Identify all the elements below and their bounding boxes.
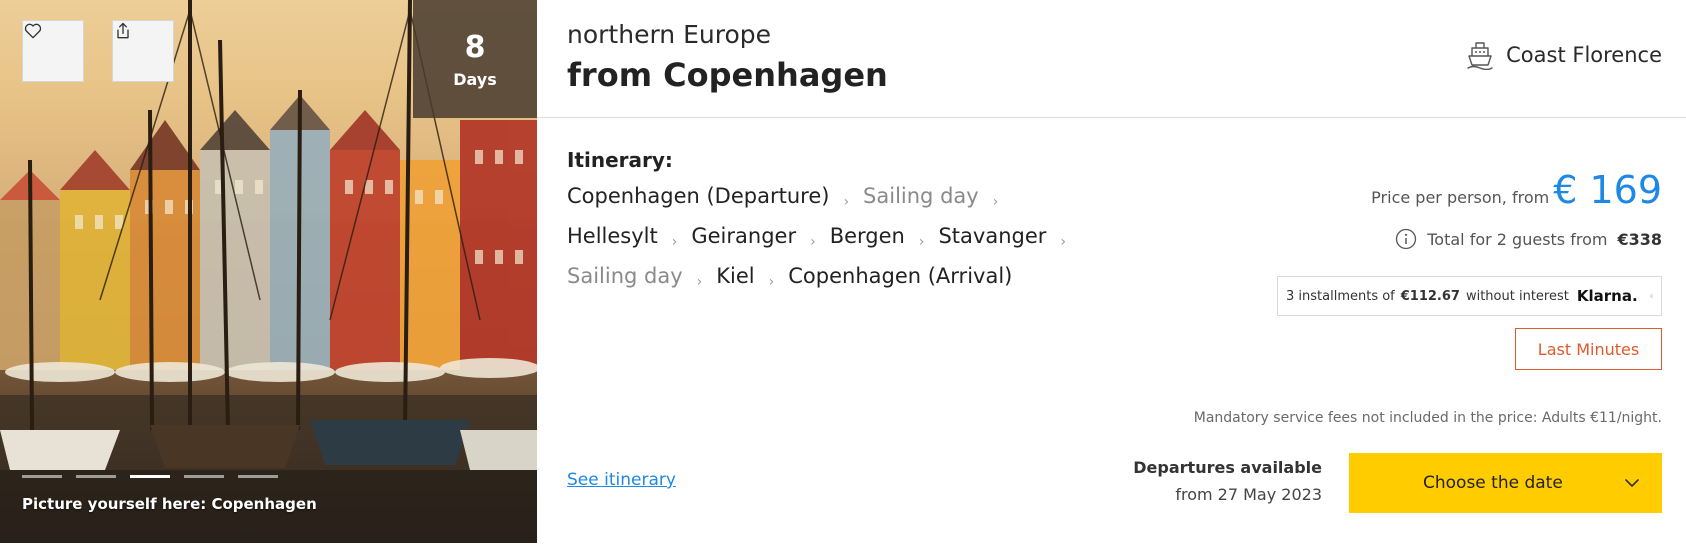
departures-title: Departures available (1133, 458, 1322, 477)
chevron-right-icon: › (768, 274, 775, 290)
image-caption: Picture yourself here: Copenhagen (22, 495, 317, 513)
duration-days-label: Days (453, 69, 497, 89)
choose-date-label: Choose the date (1423, 473, 1563, 493)
heart-icon (24, 23, 42, 39)
chevron-down-icon (1625, 479, 1639, 487)
itinerary-port: Copenhagen (Arrival) (788, 264, 1013, 288)
carousel-dot[interactable] (76, 475, 116, 478)
total-value: €338 (1617, 229, 1662, 249)
cruise-details: Itinerary: Copenhagen (Departure) › Sailin… (537, 118, 1686, 543)
hero-image[interactable]: 8 Days Picture yourself here: Copenhagen (0, 0, 537, 543)
ship-info[interactable]: Coast Florence (1466, 40, 1662, 70)
chevron-right-icon: › (918, 234, 925, 250)
carousel-dot-active[interactable] (130, 475, 170, 478)
carousel-dot[interactable] (238, 475, 278, 478)
info-icon[interactable] (1395, 228, 1417, 250)
favorite-button[interactable] (22, 20, 84, 82)
duration-days-number: 8 (464, 29, 486, 65)
duration-badge: 8 Days (413, 0, 537, 118)
chevron-right-icon: › (843, 194, 850, 210)
departures-info: Departures available from 27 May 2023 (1112, 458, 1322, 504)
itinerary-port: Copenhagen (Departure) (567, 184, 830, 208)
share-icon (117, 22, 129, 39)
last-minutes-badge[interactable]: Last Minutes (1515, 328, 1662, 370)
total-label: Total for 2 guests from (1427, 229, 1608, 249)
chevron-right-icon: › (671, 234, 678, 250)
price-label: Price per person, from (1371, 188, 1550, 207)
itinerary-stop-item: Kiel › (716, 263, 788, 293)
itinerary-port: Bergen (829, 224, 905, 248)
itinerary-stop-item: Copenhagen (Arrival) (788, 263, 1012, 293)
cruise-header: northern Europe from Copenhagen Coast Fl… (537, 0, 1686, 118)
klarna-installments: 3 installments of €112.67 without intere… (1277, 276, 1662, 316)
itinerary-title: Itinerary: (567, 148, 673, 172)
ship-icon (1467, 42, 1493, 70)
itinerary-stop-item: Geiranger › (691, 223, 829, 253)
itinerary-port: Geiranger (691, 224, 797, 248)
price-value: € 169 (1553, 168, 1662, 212)
itinerary-sailing-day: Sailing day (567, 264, 683, 288)
see-itinerary-link[interactable]: See itinerary (567, 470, 676, 490)
itinerary-port: Hellesylt (567, 224, 658, 248)
cruise-title: from Copenhagen (567, 56, 888, 94)
itinerary-stop-item: Stavanger › (938, 223, 1080, 253)
itinerary-stop-item: Copenhagen (Departure) › (567, 183, 863, 213)
klarna-prefix: 3 installments of (1286, 288, 1395, 304)
departures-date: from 27 May 2023 (1175, 485, 1322, 504)
carousel-dot[interactable] (184, 475, 224, 478)
carousel-dot[interactable] (22, 475, 62, 478)
total-price: Total for 2 guests from €338 (1395, 228, 1662, 250)
chevron-right-icon: › (992, 194, 999, 210)
ship-name: Coast Florence (1506, 43, 1662, 67)
itinerary-port: Stavanger (938, 224, 1047, 248)
klarna-amount: €112.67 (1400, 288, 1460, 304)
itinerary-stop-item: Bergen › (830, 223, 939, 253)
itinerary-port: Kiel (716, 264, 755, 288)
service-fees-note: Mandatory service fees not included in t… (1193, 410, 1662, 426)
share-button[interactable] (112, 20, 174, 82)
itinerary-stops: Copenhagen (Departure) › Sailing day › Helle… (567, 183, 1107, 293)
itinerary-stop-item: Hellesylt › (567, 223, 691, 253)
itinerary-stop-item: Sailing day › (863, 183, 1012, 213)
choose-date-button[interactable]: Choose the date (1349, 453, 1662, 513)
klarna-logo: Klarna. (1576, 287, 1638, 305)
info-icon[interactable] (1649, 287, 1653, 305)
price-per-person: Price per person, from € 169 (1371, 168, 1662, 212)
chevron-right-icon: › (1060, 234, 1067, 250)
itinerary-stop-item: Sailing day › (567, 263, 716, 293)
itinerary-sailing-day: Sailing day (863, 184, 979, 208)
destination-region: northern Europe (567, 20, 771, 49)
klarna-suffix: without interest (1465, 288, 1569, 304)
chevron-right-icon: › (696, 274, 703, 290)
chevron-right-icon: › (810, 234, 816, 250)
carousel-indicators (22, 475, 278, 478)
